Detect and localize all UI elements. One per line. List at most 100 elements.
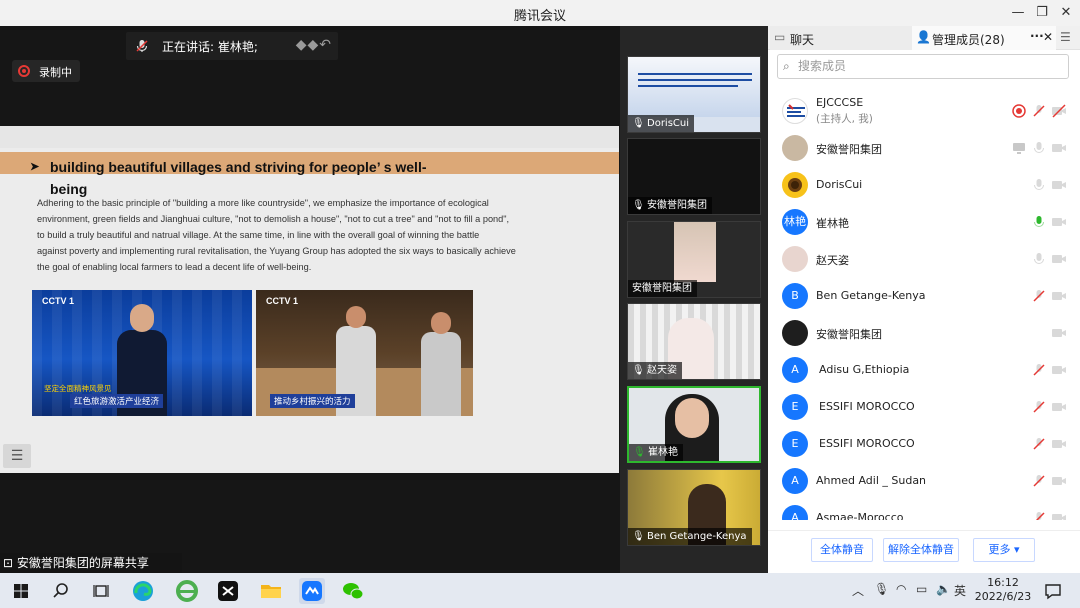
members-icon: 👤 [916, 30, 931, 44]
mic-icon[interactable] [1031, 177, 1047, 193]
mic-muted-icon[interactable] [1031, 473, 1047, 489]
member-list: EJCCCSE (主持人, 我) 安徽誉阳集团 DorisCui 林艳 崔林艳 [768, 93, 1080, 520]
video-tile[interactable]: 🎙 Ben Getange-Kenya [627, 469, 761, 546]
member-row[interactable]: DorisCui [768, 167, 1080, 204]
clock[interactable]: 16:12 2022/6/23 [974, 576, 1032, 604]
member-row[interactable]: E ESSIFI MOROCCO [768, 426, 1080, 463]
screen-share-icon [1011, 140, 1027, 156]
camera-icon[interactable] [1051, 473, 1067, 489]
search-icon[interactable] [48, 578, 74, 604]
mic-active-icon: 🎙 [633, 447, 646, 458]
tile-name: 🎙 安徽誉阳集团 [628, 197, 712, 214]
mute-all-button[interactable]: 全体静音 [811, 538, 873, 562]
camera-off-icon[interactable] [1051, 103, 1067, 119]
camera-icon[interactable] [1051, 325, 1067, 341]
ime-indicator[interactable]: 英 [954, 582, 966, 599]
taskbar: ︿ 🎙 ◠ ▭ 🔈 英 16:12 2022/6/23 [0, 573, 1080, 608]
video-tile[interactable]: 🎙 DorisCui [627, 56, 761, 133]
camera-icon[interactable] [1051, 362, 1067, 378]
mic-icon: 🎙 [632, 365, 645, 376]
avatar [782, 98, 808, 124]
member-row[interactable]: EJCCCSE (主持人, 我) [768, 93, 1080, 130]
avatar: 林艳 [782, 209, 808, 235]
side-panel: ▭ 聊天 👤 管理成员(28) ··· ✕ ☰ ⌕ 搜索成员 EJCCCSE (… [768, 26, 1080, 573]
avatar [782, 135, 808, 161]
video-tile-speaking[interactable]: 🎙 崔林艳 [627, 386, 761, 463]
recording-icon [18, 65, 30, 77]
close-button[interactable]: ✕ [1056, 3, 1076, 23]
member-row[interactable]: A Adisu G,Ethiopia [768, 352, 1080, 389]
notification-icon[interactable] [1040, 578, 1066, 604]
camera-icon[interactable] [1051, 510, 1067, 520]
camera-icon[interactable] [1051, 251, 1067, 267]
camera-icon[interactable] [1051, 214, 1067, 230]
panel-footer: 全体静音 解除全体静音 更多 ▾ [768, 530, 1080, 573]
slide-list-button[interactable]: ☰ [3, 444, 31, 468]
news-caption: 红色旅游激活产业经济 [70, 394, 164, 408]
member-search-input[interactable]: ⌕ 搜索成员 [777, 54, 1069, 79]
close-panel-icon[interactable]: ✕ [1043, 30, 1053, 44]
news-ticker: 坚定全面精神风景见 [44, 384, 112, 393]
avatar: E [782, 394, 808, 420]
panel-menu-icon[interactable]: ☰ [1060, 30, 1071, 44]
tab-members[interactable]: 👤 管理成员(28) ··· ✕ [912, 26, 1056, 50]
video-tile[interactable]: 🎙 安徽誉阳集团 [627, 138, 761, 215]
video-tile[interactable]: 安徽誉阳集团 [627, 221, 761, 298]
mic-muted-icon[interactable] [1031, 362, 1047, 378]
tab-chat[interactable]: ▭ 聊天 [770, 26, 912, 50]
camera-icon[interactable] [1051, 436, 1067, 452]
tile-name: 安徽誉阳集团 [628, 280, 697, 297]
more-button[interactable]: 更多 ▾ [973, 538, 1035, 562]
screen-share-label: ⊡ 安徽誉阳集团的屏幕共享 [0, 553, 182, 573]
mic-muted-icon[interactable] [1031, 288, 1047, 304]
tile-name: 🎙 DorisCui [628, 115, 695, 132]
camera-icon[interactable] [1051, 288, 1067, 304]
camera-icon[interactable] [1051, 399, 1067, 415]
window-title: 腾讯会议 [513, 9, 566, 24]
windows-start-icon[interactable] [8, 578, 34, 604]
mic-muted-icon[interactable] [1031, 103, 1047, 119]
capcut-icon[interactable] [215, 578, 241, 604]
mic-icon[interactable] [1031, 251, 1047, 267]
mic-muted-icon [134, 38, 150, 57]
battery-icon[interactable]: ▭ [916, 582, 927, 596]
member-row[interactable]: B Ben Getange-Kenya [768, 278, 1080, 315]
member-row[interactable]: A Asmae-Morocco [768, 500, 1080, 520]
shared-screen[interactable]: ➤ building beautiful villages and strivi… [0, 126, 619, 473]
ie-browser-icon[interactable] [174, 578, 200, 604]
edge-browser-icon[interactable] [130, 578, 156, 604]
tencent-meeting-icon[interactable] [299, 578, 325, 604]
member-row[interactable]: 安徽誉阳集团 [768, 130, 1080, 167]
annotation-tools-icon[interactable]: ◆◆↶ [296, 37, 332, 53]
minimize-button[interactable]: — [1008, 3, 1028, 23]
member-row[interactable]: 赵天姿 [768, 241, 1080, 278]
chevron-up-icon[interactable]: ︿ [852, 582, 864, 599]
avatar [782, 320, 808, 346]
member-row[interactable]: 安徽誉阳集团 [768, 315, 1080, 352]
wifi-icon[interactable]: ◠ [896, 582, 906, 596]
unmute-all-button[interactable]: 解除全体静音 [883, 538, 959, 562]
volume-icon[interactable]: 🔈 [936, 582, 951, 596]
camera-icon[interactable] [1051, 140, 1067, 156]
title-bar: 腾讯会议 — ❐ ✕ [0, 0, 1080, 26]
camera-icon[interactable] [1051, 177, 1067, 193]
panel-tabs: ▭ 聊天 👤 管理成员(28) ··· ✕ ☰ [768, 26, 1080, 50]
recording-badge[interactable]: 录制中 [12, 60, 80, 82]
more-options-icon[interactable]: ··· [1030, 29, 1044, 43]
mic-active-icon[interactable] [1031, 214, 1047, 230]
file-explorer-icon[interactable] [258, 578, 284, 604]
task-view-icon[interactable] [88, 578, 114, 604]
member-row[interactable]: 林艳 崔林艳 [768, 204, 1080, 241]
mic-muted-icon[interactable] [1031, 510, 1047, 520]
mic-muted-icon[interactable] [1031, 436, 1047, 452]
avatar: B [782, 283, 808, 309]
video-tile[interactable]: 🎙 赵天姿 [627, 303, 761, 380]
member-row[interactable]: E ESSIFI MOROCCO [768, 389, 1080, 426]
microphone-tray-icon[interactable]: 🎙 [874, 582, 889, 596]
member-row[interactable]: A Ahmed Adil _ Sudan [768, 463, 1080, 500]
wechat-icon[interactable] [340, 578, 366, 604]
mic-icon[interactable] [1031, 140, 1047, 156]
mic-muted-icon[interactable] [1031, 399, 1047, 415]
restore-button[interactable]: ❐ [1032, 3, 1052, 23]
tile-name: 🎙 崔林艳 [629, 444, 683, 461]
